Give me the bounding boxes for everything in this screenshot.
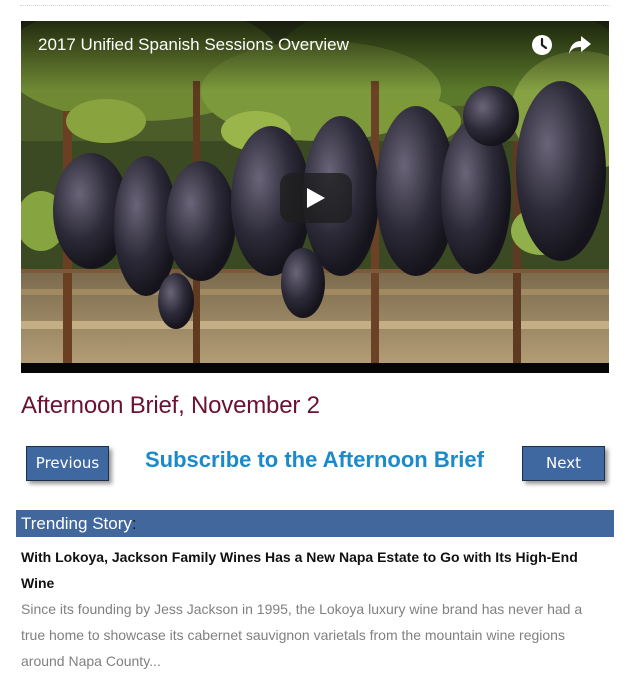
video-player[interactable]: 2017 Unified Spanish Sessions Overview	[21, 21, 609, 373]
share-icon[interactable]	[567, 33, 593, 57]
trending-story-title[interactable]: With Lokoya, Jackson Family Wines Has a …	[21, 544, 601, 596]
video-title[interactable]: 2017 Unified Spanish Sessions Overview	[38, 35, 349, 55]
trending-story-excerpt: Since its founding by Jess Jackson in 19…	[21, 601, 583, 669]
play-icon	[307, 188, 325, 208]
subscribe-link[interactable]: Subscribe to the Afternoon Brief	[145, 447, 484, 473]
previous-button[interactable]: Previous	[26, 446, 109, 481]
trending-label-colon: :	[131, 514, 137, 533]
trending-story-header: Trending Story:	[16, 510, 614, 537]
trending-label-text: Trending Story	[21, 514, 132, 533]
video-title-overlay	[21, 21, 609, 91]
page-title: Afternoon Brief, November 2	[21, 392, 320, 419]
trending-story-label: Trending Story:	[21, 514, 137, 534]
next-button[interactable]: Next	[522, 446, 605, 481]
top-divider	[20, 5, 610, 6]
play-button[interactable]	[280, 173, 352, 223]
clock-icon[interactable]	[530, 33, 554, 57]
video-bottom-bar	[21, 363, 609, 373]
